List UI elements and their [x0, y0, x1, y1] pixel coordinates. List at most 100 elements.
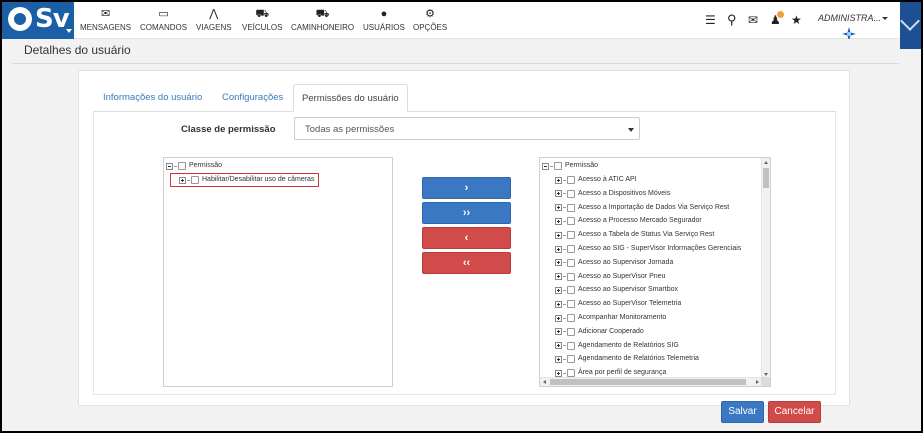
nav-opcoes[interactable]: ⚙ OPÇÕES	[413, 8, 447, 32]
nav-viagens[interactable]: ⋀ VIAGENS	[196, 8, 232, 32]
checkbox[interactable]	[178, 162, 186, 170]
checkbox[interactable]	[567, 369, 575, 378]
nav-veiculos[interactable]: ⛟ VEÍCULOS	[242, 8, 282, 32]
move-all-button[interactable]: ››	[422, 202, 511, 224]
logo-caret-icon	[66, 29, 72, 33]
tree-item[interactable]: Acompanhar Monitoramento	[555, 312, 666, 324]
divider	[12, 63, 899, 64]
app-window: Sv ✉ MENSAGENS ▭ COMANDOS ⋀ VIAGENS ⛟ VE…	[0, 0, 923, 433]
expand-icon[interactable]	[555, 176, 562, 184]
expand-icon[interactable]	[555, 231, 562, 239]
scroll-corner	[761, 377, 770, 386]
cancel-button[interactable]: Cancelar	[768, 401, 821, 423]
page-header: Detalhes do usuário	[2, 39, 899, 63]
scroll-left-icon[interactable]	[543, 380, 546, 384]
nav-usuarios[interactable]: ● USUÁRIOS	[363, 8, 405, 32]
expand-icon[interactable]	[555, 259, 562, 267]
collapse-icon[interactable]	[166, 162, 173, 170]
checkbox[interactable]	[567, 189, 575, 198]
envelope-icon: ✉	[100, 8, 111, 20]
nav-label: VIAGENS	[196, 23, 232, 32]
list-icon[interactable]: ☰	[705, 13, 716, 27]
tree-item[interactable]: Acesso a Dispositivos Móveis	[555, 188, 670, 200]
scroll-right-icon[interactable]	[756, 380, 759, 384]
scroll-thumb[interactable]	[763, 168, 769, 188]
tree-item[interactable]: Agendamento de Relatórios SIG	[555, 340, 679, 352]
nav-label: USUÁRIOS	[363, 23, 405, 32]
checkbox[interactable]	[567, 286, 575, 295]
checkbox[interactable]	[567, 245, 575, 253]
expand-icon[interactable]	[555, 286, 562, 294]
remove-selected-button[interactable]: ‹	[422, 227, 511, 249]
expand-icon[interactable]	[555, 328, 562, 336]
tree-item-label: Acesso ao SIG - SuperVisor Informações G…	[578, 245, 742, 252]
tree-item-label: Agendamento de Relatórios SIG	[578, 341, 679, 349]
horizontal-scrollbar[interactable]	[540, 377, 762, 386]
checkbox[interactable]	[567, 327, 575, 336]
expand-icon[interactable]	[555, 273, 562, 281]
nav-label: MENSAGENS	[80, 23, 132, 32]
available-permissions-tree[interactable]: Permissão Acesso à ATIC API Acesso a Disp…	[539, 157, 771, 387]
tree-root[interactable]: Permissão	[166, 160, 222, 172]
checkbox[interactable]	[567, 355, 575, 364]
scroll-down-icon[interactable]	[764, 373, 768, 376]
expand-icon[interactable]	[555, 190, 562, 198]
tree-item-label: Acesso à ATIC API	[578, 176, 637, 183]
checkbox[interactable]	[567, 231, 575, 240]
star-icon[interactable]: ★	[791, 13, 802, 27]
checkbox[interactable]	[567, 217, 575, 226]
nav-comandos[interactable]: ▭ COMANDOS	[140, 8, 187, 32]
checkbox[interactable]	[567, 272, 575, 281]
tree-item[interactable]: Acesso ao Supervisor Smartbox	[555, 284, 678, 296]
checkbox[interactable]	[567, 314, 575, 322]
assigned-permissions-tree[interactable]: Permissão Habilitar/Desabilitar uso de c…	[163, 157, 393, 387]
collapse-icon[interactable]	[542, 162, 549, 170]
checkbox[interactable]	[567, 258, 575, 267]
permission-class-select[interactable]: Todas as permissões	[294, 117, 640, 140]
tree-item[interactable]: Acesso ao SuperVisor Pneu	[555, 271, 665, 283]
expand-icon[interactable]	[555, 369, 562, 377]
expand-icon[interactable]	[555, 300, 562, 308]
tree-item[interactable]: Acesso ao Supervisor Jornada	[555, 257, 673, 269]
expand-icon[interactable]	[555, 314, 562, 322]
tab-permissoes[interactable]: Permissões do usuário	[293, 84, 408, 112]
nav-caminhoneiro[interactable]: ⛟ CAMINHONEIRO	[291, 8, 354, 32]
expand-icon[interactable]	[555, 245, 562, 253]
tree-item[interactable]: Acesso ao SuperVisor Telemetria	[555, 298, 681, 310]
tree-item[interactable]: Acesso a Importação de Dados Via Serviço…	[555, 202, 729, 214]
tree-item[interactable]: Adicionar Cooperado	[555, 326, 644, 338]
checkbox[interactable]	[554, 162, 562, 170]
checkbox[interactable]	[567, 300, 575, 309]
expand-icon[interactable]	[555, 342, 562, 350]
remove-all-button[interactable]: ‹‹	[422, 252, 511, 274]
app-logo[interactable]: Sv	[2, 2, 74, 39]
tab-configuracoes[interactable]: Configurações	[214, 84, 291, 112]
checkbox[interactable]	[567, 176, 575, 184]
expand-icon[interactable]	[555, 355, 562, 363]
checkbox[interactable]	[567, 203, 575, 212]
permission-class-label: Classe de permissão	[181, 124, 276, 135]
expand-icon[interactable]	[555, 217, 562, 225]
scroll-thumb[interactable]	[550, 379, 746, 385]
user-menu[interactable]: ADMINISTRA...	[818, 13, 889, 23]
nav-label: CAMINHONEIRO	[291, 23, 355, 32]
tree-item-label: Agendamento de Relatórios Telemetria	[578, 355, 699, 363]
mail-icon[interactable]: ✉	[748, 13, 758, 27]
nav-label: VEÍCULOS	[242, 23, 283, 32]
expand-icon[interactable]	[555, 204, 562, 212]
tree-item[interactable]: Acesso a Tabela de Status Via Serviço Re…	[555, 229, 714, 241]
tree-item[interactable]: Acesso a Processo Mercado Segurador	[555, 215, 702, 227]
save-button[interactable]: Salvar	[721, 401, 764, 423]
vertical-scrollbar[interactable]	[761, 158, 770, 379]
tree-item[interactable]: Agendamento de Relatórios Telemetria	[555, 353, 699, 365]
move-selected-button[interactable]: ›	[422, 177, 511, 199]
nav-mensagens[interactable]: ✉ MENSAGENS	[80, 8, 131, 32]
tree-item[interactable]: Acesso à ATIC API	[555, 174, 637, 186]
scroll-up-icon[interactable]	[764, 161, 768, 164]
tree-root[interactable]: Permissão	[542, 160, 598, 172]
search-icon[interactable]: ⚲	[727, 13, 737, 27]
tree-item[interactable]: Acesso ao SIG - SuperVisor Informações G…	[555, 243, 741, 255]
nav-label: COMANDOS	[140, 23, 188, 32]
tab-informacoes[interactable]: Informações do usuário	[95, 84, 210, 112]
checkbox[interactable]	[567, 341, 575, 350]
